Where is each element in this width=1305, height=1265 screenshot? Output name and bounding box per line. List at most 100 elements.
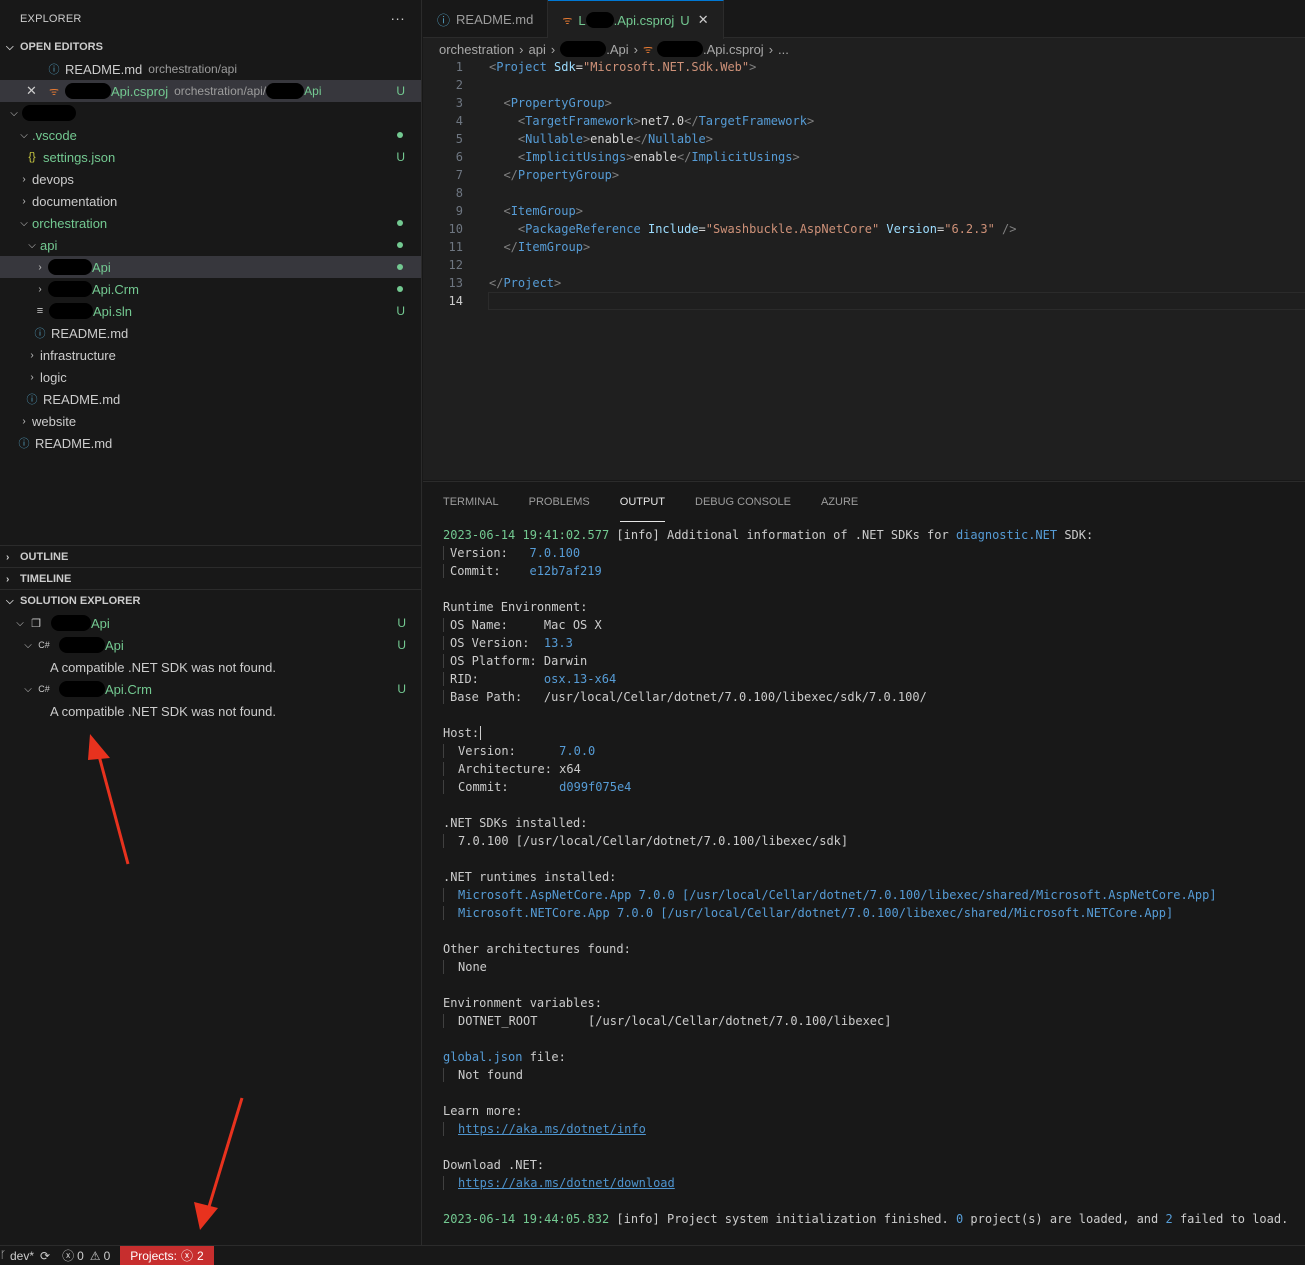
tree-label: .vscode <box>32 127 77 143</box>
code-line: 4 <TargetFramework>net7.0</TargetFramewo… <box>423 112 1305 130</box>
tree-item-api-crm[interactable]: › Api.Crm <box>0 278 421 300</box>
tree-item-vscode[interactable]: ⌵ .vscode <box>0 124 421 146</box>
code-line: 1 <Project Sdk="Microsoft.NET.Sdk.Web"> <box>423 58 1305 76</box>
tab-problems[interactable]: PROBLEMS <box>529 482 590 522</box>
breadcrumb-item[interactable]: api <box>529 42 546 57</box>
redacted-name <box>585 12 614 28</box>
open-editor-csproj[interactable]: ✕ ᯤ Api.csproj orchestration/api/ Api U <box>0 80 421 102</box>
tree-item-readme-root[interactable]: ⓘ README.md <box>0 432 421 454</box>
breadcrumb-item[interactable]: .Api <box>606 42 628 57</box>
more-actions-icon[interactable]: ··· <box>390 10 405 26</box>
explorer-sidebar: EXPLORER ··· ⌵ OPEN EDITORS ⓘ README.md … <box>0 0 422 1245</box>
tree-item-orchestration[interactable]: ⌵ orchestration <box>0 212 421 234</box>
log-line: Download .NET: <box>443 1158 545 1172</box>
log-line: OS Name: Mac OS X <box>443 616 1288 634</box>
output-log[interactable]: 2023-06-14 19:41:02.577 [info] Additiona… <box>443 526 1288 1228</box>
git-badge: U <box>680 12 690 28</box>
open-editors-header[interactable]: ⌵ OPEN EDITORS <box>0 36 421 58</box>
tree-item-readme-orchestration[interactable]: ⓘ README.md <box>0 388 421 410</box>
log-line: OS Version: 13.3 <box>443 634 1288 652</box>
problems-summary[interactable]: ⓧ 0 ⚠ 0 <box>56 1246 116 1265</box>
tab-readme[interactable]: ⓘ README.md <box>423 0 549 38</box>
line-number: 14 <box>448 294 463 308</box>
info-file-icon: ⓘ <box>437 12 451 28</box>
open-editor-name: Api.csproj <box>111 83 169 99</box>
code-line: 13 </Project> <box>423 274 1305 292</box>
log-line: Learn more: <box>443 1104 523 1118</box>
learn-more-link[interactable]: https://aka.ms/dotnet/info <box>458 1122 646 1136</box>
tree-label: website <box>32 413 77 429</box>
breadcrumb-item[interactable]: .Api.csproj <box>703 42 764 57</box>
projects-status[interactable]: Projects: ⓧ 2 <box>120 1245 214 1265</box>
tree-item-settings-json[interactable]: {} settings.json U <box>0 146 421 168</box>
project-node-api[interactable]: ⌵ C# Api U <box>0 634 422 656</box>
chevron-right-icon: › <box>38 261 42 273</box>
solution-label: Api <box>91 615 110 631</box>
log-line: Not found <box>443 1066 1288 1084</box>
solution-explorer-header[interactable]: ⌵ SOLUTION EXPLORER <box>0 590 422 612</box>
chevron-down-icon: ⌵ <box>28 239 36 251</box>
log-line: Runtime Environment: <box>443 600 588 614</box>
code-line: 5 <Nullable>enable</Nullable> <box>423 130 1305 148</box>
tab-azure[interactable]: AZURE <box>821 482 858 522</box>
modified-dot <box>397 242 403 248</box>
log-line: 2023-06-14 19:44:05.832 [info] Project s… <box>443 1212 1289 1226</box>
tree-item-infrastructure[interactable]: › infrastructure <box>0 344 421 366</box>
solution-explorer: ⌵ SOLUTION EXPLORER ⌵ ❐ Api U ⌵ C# Api U… <box>0 590 422 722</box>
solution-node[interactable]: ⌵ ❐ Api U <box>0 612 422 634</box>
line-number: 1 <box>455 60 463 74</box>
outline-header[interactable]: › OUTLINE <box>0 546 422 568</box>
line-number: 2 <box>455 78 463 92</box>
git-badge: U <box>397 682 406 696</box>
breadcrumb-item[interactable]: orchestration <box>439 42 514 57</box>
timeline-header[interactable]: › TIMELINE <box>0 568 422 590</box>
log-line: Version: 7.0.100 <box>443 544 1288 562</box>
repo-root[interactable]: ⌵ <box>0 102 421 124</box>
chevron-right-icon: › <box>6 573 10 585</box>
chevron-right-icon: › <box>519 41 524 57</box>
tree-item-devops[interactable]: › devops <box>0 168 421 190</box>
git-branch[interactable]: ᚴ dev* ⟳ <box>0 1246 56 1265</box>
tab-terminal[interactable]: TERMINAL <box>443 482 499 522</box>
solution-explorer-label: SOLUTION EXPLORER <box>20 595 141 607</box>
open-editor-readme[interactable]: ⓘ README.md orchestration/api <box>0 58 421 80</box>
code-line: 3 <PropertyGroup> <box>423 94 1305 112</box>
code-line: 11 </ItemGroup> <box>423 238 1305 256</box>
tree-label: devops <box>32 171 74 187</box>
redacted-name <box>48 281 92 297</box>
tab-debug-console[interactable]: DEBUG CONSOLE <box>695 482 791 522</box>
solution-file-icon: ≡ <box>36 305 44 317</box>
projects-label: Projects: <box>130 1248 177 1263</box>
redacted-name <box>49 303 93 319</box>
tab-csproj[interactable]: ᯤ L .Api.csproj U ✕ <box>548 0 724 39</box>
chevron-right-icon: › <box>22 415 26 427</box>
log-line: Commit: e12b7af219 <box>443 562 1288 580</box>
tree-item-website[interactable]: › website <box>0 410 421 432</box>
project-node-api-crm[interactable]: ⌵ C# Api.Crm U <box>0 678 422 700</box>
line-number: 12 <box>448 258 463 272</box>
chevron-right-icon: › <box>550 41 556 57</box>
tree-item-readme-api[interactable]: ⓘ README.md <box>0 322 421 344</box>
tree-item-api-sln[interactable]: ≡ Api.sln U <box>0 300 421 322</box>
code-editor[interactable]: 1 <Project Sdk="Microsoft.NET.Sdk.Web"> 2… <box>423 58 1305 310</box>
close-icon[interactable]: ✕ <box>26 83 46 99</box>
breadcrumb-item[interactable]: ... <box>778 42 789 57</box>
tab-output[interactable]: OUTPUT <box>619 482 665 522</box>
branch-icon: ᚴ <box>0 1250 6 1261</box>
chevron-down-icon: ⌵ <box>10 107 18 119</box>
code-line: 9 <ItemGroup> <box>423 202 1305 220</box>
tree-item-api-project[interactable]: › Api <box>0 256 421 278</box>
log-line: .NET runtimes installed: <box>443 870 617 884</box>
tree-item-logic[interactable]: › logic <box>0 366 421 388</box>
csharp-project-icon: C# <box>38 640 50 650</box>
download-link[interactable]: https://aka.ms/dotnet/download <box>458 1176 675 1190</box>
tree-item-documentation[interactable]: › documentation <box>0 190 421 212</box>
sync-icon[interactable]: ⟳ <box>40 1249 50 1263</box>
tree-item-api[interactable]: ⌵ api <box>0 234 421 256</box>
chevron-right-icon: › <box>30 349 34 361</box>
close-tab-icon[interactable]: ✕ <box>698 12 709 28</box>
chevron-down-icon: ⌵ <box>20 129 28 141</box>
